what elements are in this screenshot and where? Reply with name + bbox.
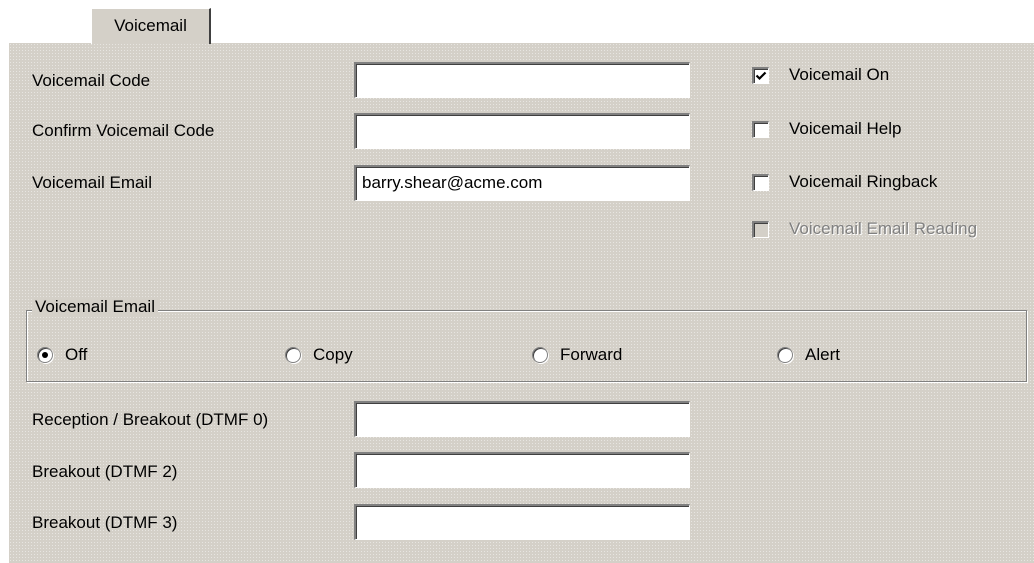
radio-copy-button[interactable] — [285, 347, 301, 363]
radio-forward-option[interactable]: Forward — [532, 345, 622, 365]
breakout-dtmf-3-input[interactable] — [354, 504, 690, 540]
confirm-voicemail-code-label: Confirm Voicemail Code — [32, 121, 215, 140]
voicemail-help-checkbox[interactable] — [752, 120, 769, 138]
voicemail-email-groupbox — [26, 310, 1027, 382]
confirm-voicemail-code-input[interactable] — [354, 113, 690, 149]
voicemail-code-input[interactable] — [354, 62, 690, 98]
radio-forward-button[interactable] — [532, 347, 548, 363]
voicemail-ringback-checkbox[interactable] — [752, 173, 769, 191]
voicemail-email-reading-checkbox — [752, 220, 769, 238]
voicemail-help-label: Voicemail Help — [789, 119, 902, 138]
voicemail-email-group-title: Voicemail Email — [32, 297, 158, 317]
voicemail-email-label: Voicemail Email — [32, 173, 152, 192]
radio-forward-label: Forward — [560, 345, 623, 364]
radio-off-button[interactable] — [37, 347, 53, 363]
voicemail-on-checkbox[interactable] — [752, 66, 769, 84]
voicemail-email-input[interactable]: barry.shear@acme.com — [354, 165, 690, 201]
radio-off-label: Off — [65, 345, 88, 364]
voicemail-settings-window: Voicemail Voicemail Code Confirm Voicema… — [0, 0, 1034, 563]
checkmark-icon — [755, 71, 767, 80]
radio-off-option[interactable]: Off — [37, 345, 87, 365]
tab-voicemail[interactable]: Voicemail — [91, 8, 211, 44]
voicemail-on-label: Voicemail On — [789, 65, 890, 84]
voicemail-ringback-label: Voicemail Ringback — [789, 172, 938, 191]
voicemail-email-reading-checkbox-row: Voicemail Email Reading — [752, 218, 979, 240]
radio-alert-option[interactable]: Alert — [777, 345, 840, 365]
voicemail-on-checkbox-row[interactable]: Voicemail On — [752, 65, 889, 85]
radio-alert-label: Alert — [805, 345, 840, 364]
voicemail-email-reading-label: Voicemail Email Reading — [789, 219, 978, 238]
radio-alert-button[interactable] — [777, 347, 793, 363]
breakout-dtmf-2-input[interactable] — [354, 452, 690, 488]
voicemail-code-label: Voicemail Code — [32, 71, 151, 90]
reception-breakout-input[interactable] — [354, 401, 690, 437]
breakout-dtmf-3-label: Breakout (DTMF 3) — [32, 513, 178, 532]
radio-copy-label: Copy — [313, 345, 353, 364]
radio-copy-option[interactable]: Copy — [285, 345, 353, 365]
reception-breakout-label: Reception / Breakout (DTMF 0) — [32, 410, 269, 429]
voicemail-ringback-checkbox-row[interactable]: Voicemail Ringback — [752, 172, 937, 192]
radio-selected-dot — [42, 352, 48, 358]
breakout-dtmf-2-label: Breakout (DTMF 2) — [32, 462, 178, 481]
voicemail-help-checkbox-row[interactable]: Voicemail Help — [752, 119, 901, 139]
